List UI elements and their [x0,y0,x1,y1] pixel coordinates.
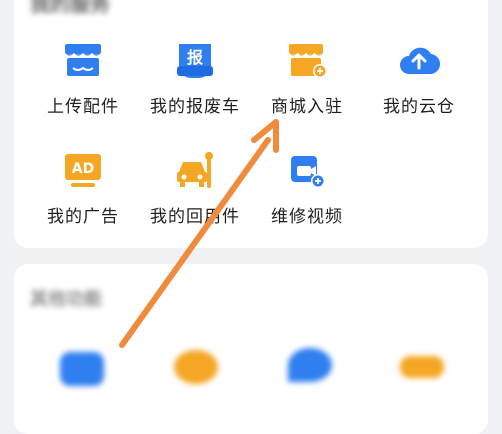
grid-item-label: 我的回用件 [150,207,240,227]
cloud-upload-icon [400,47,441,75]
car-repair-icon [177,152,213,188]
grid-item-mall-join[interactable]: 商城入驻 [252,40,362,117]
grid-item-label: 我的云仓 [383,97,455,117]
ad-icon: AD [65,154,101,187]
section-title-other: 其他功能 [30,289,102,310]
grid-item-label: 我的报废车 [150,97,240,117]
blurred-orange-icon[interactable] [174,350,218,384]
grid-item-cloud-warehouse[interactable]: 我的云仓 [364,40,474,117]
video-add-icon [291,156,325,188]
grid-item-label: 商城入驻 [271,97,343,117]
blurred-location-icon[interactable] [288,348,332,382]
scrap-report-icon: 报 [177,44,213,78]
badge-text: 报 [187,48,203,67]
grid-item-reused-parts[interactable]: 我的回用件 [140,150,250,227]
grid-item-label: 上传配件 [47,97,119,117]
grid-item-upload-parts[interactable]: 上传配件 [28,40,138,117]
grid-item-label: 我的广告 [47,207,119,227]
shop-icon [64,44,102,76]
grid-item-label: 维修视频 [271,207,343,227]
blurred-orange-car-icon[interactable] [400,356,444,378]
mall-join-icon [288,44,327,78]
grid-item-my-ads[interactable]: AD 我的广告 [28,150,138,227]
blurred-blue-icon[interactable] [60,352,104,386]
section-title-services: 我的服务 [30,0,110,16]
grid-item-repair-videos[interactable]: 维修视频 [252,150,362,227]
grid-item-scrap-cars[interactable]: 报 我的报废车 [140,40,250,117]
badge-text: AD [72,161,94,177]
